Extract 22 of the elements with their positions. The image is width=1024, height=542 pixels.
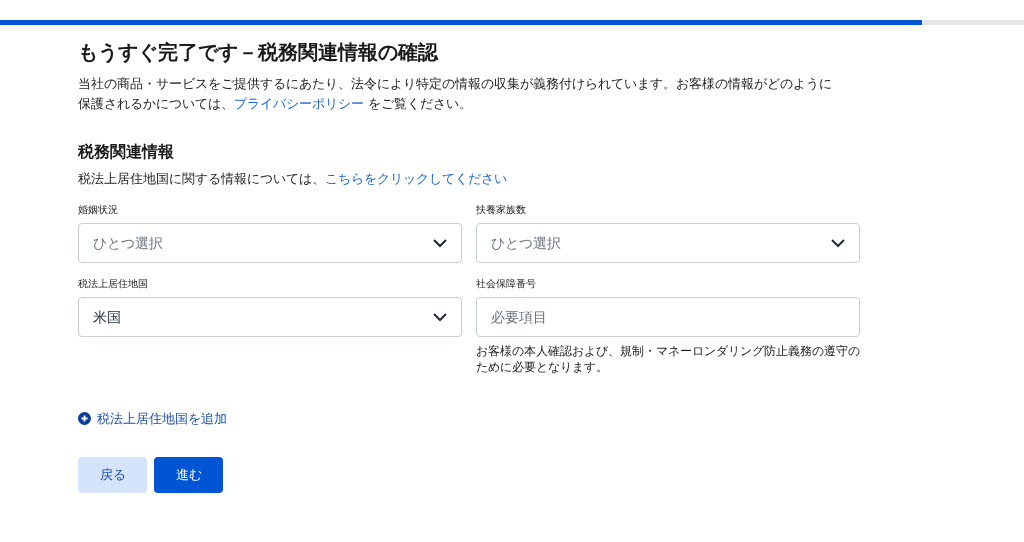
back-button[interactable]: 戻る — [78, 456, 147, 493]
section-note: 税法上居住地国に関する情報については、こちらをクリックしてください — [78, 170, 508, 188]
privacy-policy-link[interactable]: プライバシーポリシー — [234, 96, 364, 111]
section-heading: 税務関連情報 — [78, 142, 175, 162]
field-label: 社会保障番号 — [476, 277, 537, 291]
plus-circle-icon — [78, 412, 91, 426]
field-label: 婚姻状況 — [78, 203, 119, 217]
page-title: もうすぐ完了です－税務関連情報の確認 — [78, 40, 440, 65]
chevron-down-icon — [433, 238, 447, 248]
help-text: お客様の本人確認および、規制・マネーロンダリング防止義務の遵守のために必要となります。 — [476, 343, 860, 375]
chevron-down-icon — [433, 312, 447, 322]
input-field[interactable]: 必要項目 — [476, 297, 860, 337]
field-label: 扶養家族数 — [476, 203, 527, 217]
select-field[interactable]: ひとつ選択 — [476, 223, 860, 263]
select-field[interactable]: ひとつ選択 — [78, 223, 462, 263]
add-country-link[interactable]: 税法上居住地国を追加 — [78, 409, 227, 429]
field-label: 税法上居住地国 — [78, 277, 149, 291]
select-field[interactable]: 米国 — [78, 297, 462, 337]
click-here-link[interactable]: こちらをクリックしてください — [325, 171, 507, 186]
next-button[interactable]: 進む — [154, 456, 223, 493]
chevron-down-icon — [831, 238, 845, 248]
intro-text: 当社の商品・サービスをご提供するにあたり、法令により特定の情報の収集が義務付けられています。お客様の情報がどのように保護されるかについては、プライバシーポリシー をご覧ください。 — [78, 75, 833, 113]
